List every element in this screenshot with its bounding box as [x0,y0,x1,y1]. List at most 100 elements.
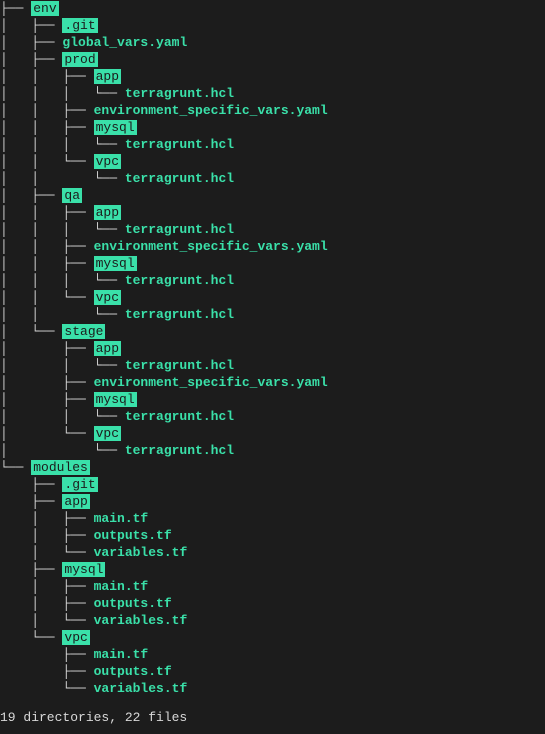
tree-row: │ ├── outputs.tf [0,527,545,544]
file-label: environment_specific_vars.yaml [94,375,328,390]
tree-connector: │ │ ├── [0,120,94,135]
tree-connector: │ └── [0,443,125,458]
tree-row: │ │ └── terragrunt.hcl [0,306,545,323]
tree-connector: │ ├── [0,579,94,594]
tree-row: │ ├── outputs.tf [0,595,545,612]
file-label: terragrunt.hcl [125,358,234,373]
folder-icon: app [62,494,89,509]
tree-connector: │ │ │ └── [0,273,125,288]
tree-connector: │ ├── [0,528,94,543]
tree-connector: ├── [0,664,94,679]
tree-connector: │ ├── [0,392,94,407]
tree-row: ├── main.tf [0,646,545,663]
file-label: terragrunt.hcl [125,443,234,458]
tree-row: │ ├── app [0,340,545,357]
tree-connector: └── [0,630,62,645]
tree-connector: │ │ └── [0,358,125,373]
tree-connector: │ ├── [0,511,94,526]
tree-row: │ │ │ └── terragrunt.hcl [0,85,545,102]
file-label: global_vars.yaml [62,35,187,50]
tree-connector: │ ├── [0,18,62,33]
tree-row: │ │ └── terragrunt.hcl [0,357,545,374]
file-label: terragrunt.hcl [125,409,234,424]
tree-row: │ │ │ └── terragrunt.hcl [0,272,545,289]
folder-icon: mysql [94,392,137,407]
file-label: terragrunt.hcl [125,273,234,288]
tree-connector: │ ├── [0,52,62,67]
tree-row: ├── mysql [0,561,545,578]
folder-icon: vpc [94,426,121,441]
folder-icon: modules [31,460,90,475]
tree-row: │ │ ├── environment_specific_vars.yaml [0,102,545,119]
file-label: terragrunt.hcl [125,222,234,237]
tree-connector: ├── [0,494,62,509]
tree-connector: │ │ └── [0,171,125,186]
tree-row: │ └── stage [0,323,545,340]
tree-row: │ │ └── vpc [0,289,545,306]
file-label: terragrunt.hcl [125,307,234,322]
tree-row: │ ├── prod [0,51,545,68]
tree-connector: │ │ ├── [0,205,94,220]
folder-icon: prod [62,52,97,67]
folder-icon: .git [62,477,97,492]
tree-row: │ ├── mysql [0,391,545,408]
tree-row: │ ├── main.tf [0,578,545,595]
tree-row: │ │ │ └── terragrunt.hcl [0,136,545,153]
tree-row: │ ├── environment_specific_vars.yaml [0,374,545,391]
file-label: environment_specific_vars.yaml [94,239,328,254]
tree-row: │ ├── qa [0,187,545,204]
tree-connector: │ │ │ └── [0,137,125,152]
tree-row: │ │ └── terragrunt.hcl [0,170,545,187]
directory-tree: ├── env│ ├── .git│ ├── global_vars.yaml│… [0,0,545,697]
tree-row: │ │ ├── app [0,68,545,85]
file-label: main.tf [94,647,149,662]
tree-connector: │ │ ├── [0,69,94,84]
folder-icon: vpc [94,290,121,305]
tree-connector: │ │ └── [0,409,125,424]
tree-row: │ │ ├── app [0,204,545,221]
tree-row: ├── env [0,0,545,17]
folder-icon: mysql [62,562,105,577]
tree-row: ├── .git [0,476,545,493]
tree-connector: │ │ ├── [0,256,94,271]
folder-icon: app [94,205,121,220]
tree-row: ├── outputs.tf [0,663,545,680]
file-label: terragrunt.hcl [125,86,234,101]
folder-icon: app [94,69,121,84]
tree-summary: 19 directories, 22 files [0,709,545,726]
file-label: environment_specific_vars.yaml [94,103,328,118]
folder-icon: stage [62,324,105,339]
tree-row: │ └── terragrunt.hcl [0,442,545,459]
tree-row: │ │ ├── mysql [0,119,545,136]
folder-icon: .git [62,18,97,33]
file-label: terragrunt.hcl [125,171,234,186]
file-label: main.tf [94,511,149,526]
file-label: variables.tf [94,545,188,560]
tree-row: │ │ └── terragrunt.hcl [0,408,545,425]
tree-row: │ ├── .git [0,17,545,34]
tree-row: │ │ └── vpc [0,153,545,170]
tree-connector: │ │ └── [0,290,94,305]
tree-row: │ ├── main.tf [0,510,545,527]
tree-connector: │ └── [0,426,94,441]
tree-row: ├── app [0,493,545,510]
file-label: outputs.tf [94,664,172,679]
tree-connector: │ ├── [0,596,94,611]
folder-icon: env [31,1,58,16]
tree-connector: │ ├── [0,35,62,50]
file-label: outputs.tf [94,528,172,543]
file-label: variables.tf [94,613,188,628]
tree-connector: │ └── [0,545,94,560]
folder-icon: app [94,341,121,356]
tree-connector: ├── [0,477,62,492]
tree-connector: ├── [0,647,94,662]
tree-row: │ │ ├── mysql [0,255,545,272]
tree-connector: │ ├── [0,341,94,356]
tree-row: │ └── variables.tf [0,544,545,561]
tree-connector: │ │ ├── [0,239,94,254]
tree-connector: ├── [0,1,31,16]
tree-row: │ │ │ └── terragrunt.hcl [0,221,545,238]
tree-connector: └── [0,460,31,475]
tree-row: │ └── variables.tf [0,612,545,629]
tree-row: └── variables.tf [0,680,545,697]
